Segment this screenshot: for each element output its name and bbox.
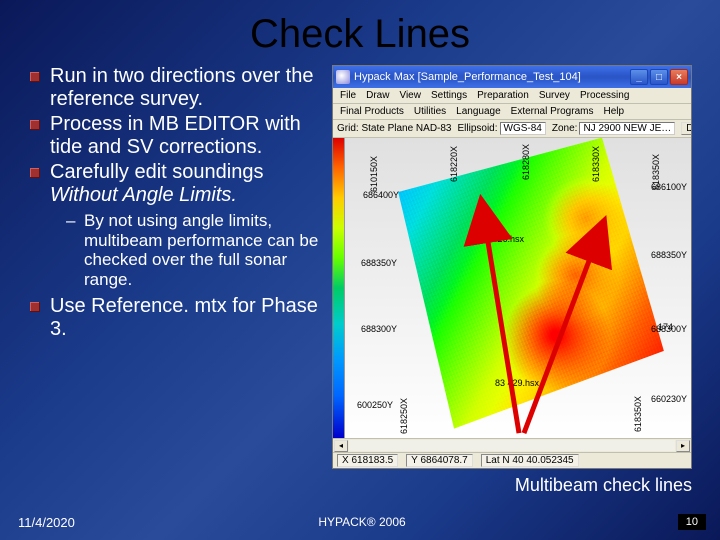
sub-bullet-1: By not using angle limits, multibeam per… <box>50 211 320 289</box>
menu-settings[interactable]: Settings <box>427 89 471 102</box>
annotation-2: 174 <box>658 322 673 332</box>
status-x-label: X <box>342 455 349 466</box>
status-lat-value: N 40 40.052345 <box>502 455 573 466</box>
status-x-value: 618183.5 <box>351 455 393 466</box>
menubar: File Draw View Settings Preparation Surv… <box>333 88 691 104</box>
x-bottom-1: 618250X <box>399 398 409 434</box>
content-row: Run in two directions over the reference… <box>0 65 720 469</box>
menu-final[interactable]: Final Products <box>336 105 408 118</box>
menu-preparation[interactable]: Preparation <box>473 89 533 102</box>
x-label-1: 610150X <box>369 156 379 192</box>
close-button[interactable]: × <box>670 69 688 85</box>
status-bar: X 618183.5 Y 6864078.7 Lat N 40 40.05234… <box>333 452 691 468</box>
menu-language[interactable]: Language <box>452 105 505 118</box>
y-left-4: 600250Y <box>357 400 393 410</box>
annotation-1: 008 1426.hsx <box>470 234 524 244</box>
dist-button[interactable]: Dist… <box>681 122 691 135</box>
menu-external[interactable]: External Programs <box>507 105 598 118</box>
h-scrollbar[interactable]: ◂ ▸ <box>333 438 691 452</box>
colormap-legend <box>333 138 345 438</box>
survey-coverage <box>358 138 678 438</box>
grid-label: Grid: State Plane NAD-83 <box>337 123 452 134</box>
y-left-2: 688350Y <box>361 258 397 268</box>
app-icon <box>336 70 350 84</box>
bullet-3-emph: Without Angle Limits. <box>50 184 237 206</box>
menu-draw[interactable]: Draw <box>362 89 393 102</box>
screenshot-panel: Hypack Max [Sample_Performance_Test_104]… <box>332 65 692 469</box>
footer-date: 11/4/2020 <box>18 515 75 530</box>
x-bottom-2: 618350X <box>633 396 643 432</box>
menu-view[interactable]: View <box>395 89 425 102</box>
menu-file[interactable]: File <box>336 89 360 102</box>
scroll-right-button[interactable]: ▸ <box>676 440 690 452</box>
minimize-button[interactable]: _ <box>630 69 648 85</box>
bullet-panel: Run in two directions over the reference… <box>30 65 320 469</box>
zone-label: Zone: <box>552 123 578 134</box>
zone-value: NJ 2900 NEW JE… <box>579 122 675 135</box>
bullet-4: Use Reference. mtx for Phase 3. <box>30 295 320 341</box>
annotation-3: 83 429.hsx <box>495 378 539 388</box>
bullet-2: Process in MB EDITOR with tide and SV co… <box>30 113 320 159</box>
status-lat-label: Lat <box>486 455 500 466</box>
bullet-3-text: Carefully edit soundings <box>50 161 263 183</box>
menu-help[interactable]: Help <box>599 105 628 118</box>
menu-processing[interactable]: Processing <box>576 89 633 102</box>
map-canvas[interactable]: 610150X 618220X 618280X 618330X 618350X … <box>345 138 691 438</box>
slide-title: Check Lines <box>0 0 720 65</box>
footer-copyright: HYPACK® 2006 <box>318 515 405 529</box>
x-label-4: 618330X <box>591 146 601 182</box>
y-left-1: 686400Y <box>363 190 399 200</box>
image-caption: Multibeam check lines <box>0 469 720 496</box>
y-right-2: 688350Y <box>651 250 687 260</box>
ellipsoid-label: Ellipsoid: <box>458 123 498 134</box>
menu-utilities[interactable]: Utilities <box>410 105 450 118</box>
hypack-window: Hypack Max [Sample_Performance_Test_104]… <box>332 65 692 469</box>
menu-survey[interactable]: Survey <box>535 89 574 102</box>
info-bar: Grid: State Plane NAD-83 Ellipsoid:WGS-8… <box>333 120 691 138</box>
maximize-button[interactable]: □ <box>650 69 668 85</box>
map-area[interactable]: 610150X 618220X 618280X 618330X 618350X … <box>333 138 691 438</box>
y-left-3: 688300Y <box>361 324 397 334</box>
y-right-1: 686100Y <box>651 182 687 192</box>
ellipsoid-value: WGS-84 <box>500 122 546 135</box>
x-label-2: 618220X <box>449 146 459 182</box>
y-right-4: 660230Y <box>651 394 687 404</box>
bullet-1: Run in two directions over the reference… <box>30 65 320 111</box>
footer: 11/4/2020 HYPACK® 2006 10 <box>18 514 706 530</box>
window-titlebar[interactable]: Hypack Max [Sample_Performance_Test_104]… <box>333 66 691 88</box>
window-title: Hypack Max [Sample_Performance_Test_104] <box>354 71 626 83</box>
status-y-value: 6864078.7 <box>420 455 467 466</box>
footer-page: 10 <box>678 514 706 530</box>
bullet-3: Carefully edit soundings Without Angle L… <box>30 161 320 289</box>
scroll-track[interactable] <box>349 440 675 451</box>
scroll-left-button[interactable]: ◂ <box>334 440 348 452</box>
x-label-3: 618280X <box>521 144 531 180</box>
menubar-row2: Final Products Utilities Language Extern… <box>333 104 691 120</box>
status-y-label: Y <box>411 455 418 466</box>
